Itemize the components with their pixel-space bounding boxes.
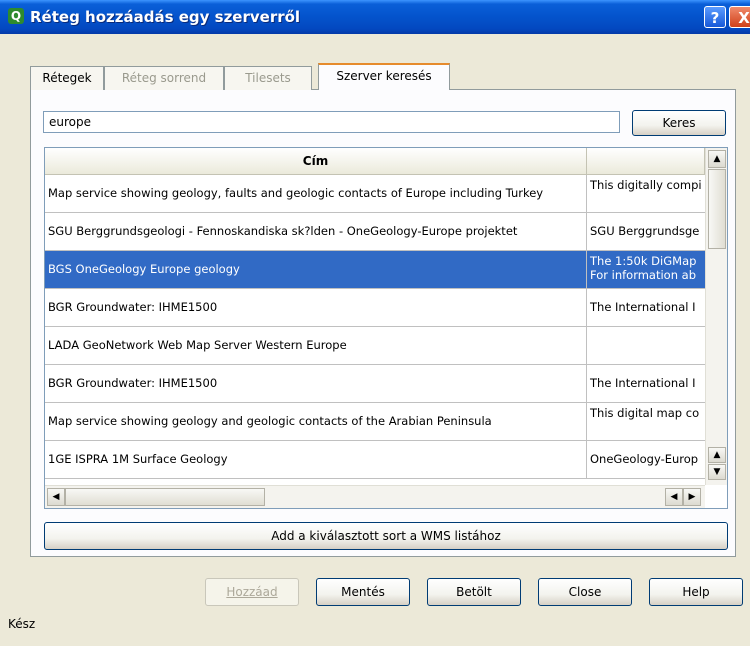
results-table: Cím Map service showing geology, faults …	[44, 147, 728, 509]
row-description-line1: The 1:50k DiGMap	[590, 254, 697, 268]
column-header-description[interactable]	[587, 148, 705, 174]
tab-layer-order[interactable]: Réteg sorrend	[104, 66, 224, 90]
table-row[interactable]: BGR Groundwater: IHME1500 The Internatio…	[45, 289, 707, 327]
tab-server-search[interactable]: Szerver keresés	[318, 63, 450, 90]
help-button[interactable]: Help	[649, 578, 743, 606]
search-input[interactable]	[43, 111, 620, 133]
vertical-scroll-thumb[interactable]	[708, 169, 726, 249]
scroll-left-small-icon[interactable]: ◀	[665, 488, 683, 506]
search-button[interactable]: Keres	[632, 110, 726, 136]
row-description: The 1:50k DiGMap For information ab	[587, 251, 707, 288]
scroll-left-icon[interactable]: ◀	[47, 488, 65, 506]
row-title: Map service showing geology and geologic…	[45, 403, 587, 440]
row-description: OneGeology-Europ	[587, 441, 707, 478]
title-close-button[interactable]: X	[729, 6, 750, 28]
load-button[interactable]: Betölt	[427, 578, 521, 606]
add-button-label: Hozzáad	[226, 585, 278, 599]
add-selected-row-button[interactable]: Add a kiválasztott sort a WMS listához	[44, 522, 728, 550]
row-title: SGU Berggrundsgeologi - Fennoskandiska s…	[45, 213, 587, 250]
title-help-button[interactable]: ?	[704, 6, 726, 28]
row-description: The International I	[587, 365, 707, 402]
table-row-selected[interactable]: BGS OneGeology Europe geology The 1:50k …	[45, 251, 707, 289]
row-title: Map service showing geology, faults and …	[45, 175, 587, 212]
horizontal-scrollbar[interactable]: ◀ ◀ ▶	[45, 485, 705, 508]
tab-layers[interactable]: Rétegek	[30, 66, 104, 90]
table-row[interactable]: Map service showing geology and geologic…	[45, 403, 707, 441]
row-title: BGR Groundwater: IHME1500	[45, 289, 587, 326]
table-row[interactable]: SGU Berggrundsgeologi - Fennoskandiska s…	[45, 213, 707, 251]
status-text: Kész	[8, 617, 36, 631]
add-button[interactable]: Hozzáad	[205, 578, 299, 606]
vertical-scrollbar[interactable]: ▲ ▲ ▼	[705, 148, 727, 485]
save-button[interactable]: Mentés	[316, 578, 410, 606]
title-bar[interactable]: Q Réteg hozzáadás egy szerverről ? X	[0, 0, 750, 34]
column-header-title[interactable]: Cím	[45, 148, 587, 174]
row-description-line2: For information ab	[590, 268, 696, 282]
table-header: Cím	[45, 148, 705, 175]
horizontal-scroll-thumb[interactable]	[65, 488, 265, 506]
row-description	[587, 327, 707, 364]
row-description: This digital map co	[587, 403, 707, 440]
row-description: The International I	[587, 289, 707, 326]
scroll-right-icon[interactable]: ▶	[683, 488, 701, 506]
scroll-up-small-icon[interactable]: ▲	[708, 447, 726, 463]
row-description: This digitally compi	[587, 175, 707, 212]
window-title: Réteg hozzáadás egy szerverről	[30, 8, 301, 26]
qgis-app-icon: Q	[8, 8, 24, 24]
close-button[interactable]: Close	[538, 578, 632, 606]
row-title: LADA GeoNetwork Web Map Server Western E…	[45, 327, 587, 364]
scroll-up-icon[interactable]: ▲	[708, 150, 726, 168]
table-row[interactable]: 1GE ISPRA 1M Surface Geology OneGeology-…	[45, 441, 707, 479]
table-row[interactable]: BGR Groundwater: IHME1500 The Internatio…	[45, 365, 707, 403]
row-title: 1GE ISPRA 1M Surface Geology	[45, 441, 587, 478]
row-title: BGS OneGeology Europe geology	[45, 251, 587, 288]
dialog-window: Q Réteg hozzáadás egy szerverről ? X Rét…	[0, 0, 750, 646]
row-description: SGU Berggrundsge	[587, 213, 707, 250]
table-row[interactable]: LADA GeoNetwork Web Map Server Western E…	[45, 327, 707, 365]
row-title: BGR Groundwater: IHME1500	[45, 365, 587, 402]
scroll-down-icon[interactable]: ▼	[708, 464, 726, 480]
tab-tilesets[interactable]: Tilesets	[224, 66, 312, 90]
table-row[interactable]: Map service showing geology, faults and …	[45, 175, 707, 213]
